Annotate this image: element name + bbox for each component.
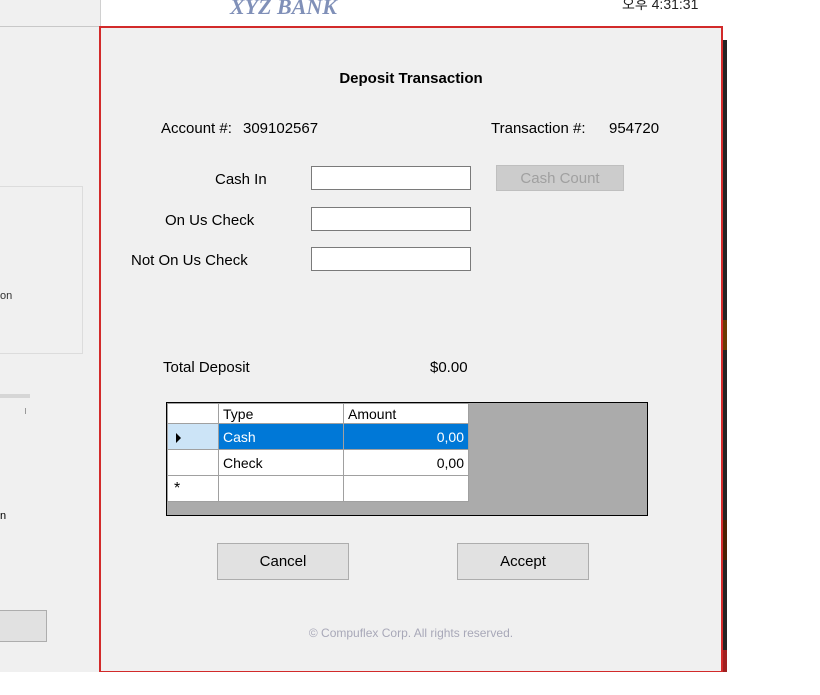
dialog-title: Deposit Transaction [339,70,483,87]
grid-row-header[interactable]: * [167,475,219,502]
grid-cell-type[interactable]: Check [218,449,344,476]
bank-name-header: XYZ BANK [230,0,337,19]
background-window: on n [0,0,101,672]
grid-row-check[interactable]: Check 0,00 [167,449,469,476]
deposit-items-grid[interactable]: Type Amount Cash 0,00 Check 0,00 * [166,402,648,516]
page-bottom-area [0,672,820,695]
account-number: 309102567 [243,120,319,137]
on-us-check-label: On Us Check [165,212,255,229]
grid-cell-amount[interactable] [343,475,469,502]
cash-in-input[interactable] [311,166,471,190]
on-us-check-input[interactable] [311,207,471,231]
total-deposit-label: Total Deposit [163,359,250,376]
cash-count-button[interactable]: Cash Count [496,165,624,191]
grid-row-cash[interactable]: Cash 0,00 [167,423,469,450]
background-group-box [0,186,83,354]
grid-header-row: Type Amount [167,403,469,424]
accept-button[interactable]: Accept [457,543,589,580]
grid-row-header[interactable] [167,423,219,450]
background-partial-label-bold: n [0,510,7,522]
not-on-us-check-input[interactable] [311,247,471,271]
not-on-us-check-label: Not On Us Check [131,252,248,269]
grid-column-header-type[interactable]: Type [218,403,344,424]
grid-cell-type[interactable]: Cash [218,423,344,450]
grid-new-row[interactable]: * [167,475,469,502]
transaction-label: Transaction #: [491,120,586,137]
grid-row-header[interactable] [167,449,219,476]
total-deposit-value: $0.00 [430,359,468,376]
transaction-number: 954720 [609,120,660,137]
account-label: Account #: [161,120,232,137]
grid-corner-cell [167,403,219,424]
copyright-notice: © Compuflex Corp. All rights reserved. [308,626,514,640]
background-partial-label: on [0,290,13,302]
clock-display: 오후 4:31:31 [622,0,699,12]
grid-cell-type[interactable] [218,475,344,502]
background-slider[interactable] [0,394,30,398]
background-divider [0,26,100,27]
background-button[interactable] [0,610,47,642]
cash-in-label: Cash In [215,171,267,188]
new-row-asterisk-icon: * [174,479,181,497]
deposit-transaction-dialog: Deposit Transaction Account #: 309102567… [99,26,723,673]
cancel-button[interactable]: Cancel [217,543,349,580]
grid-column-header-amount[interactable]: Amount [343,403,469,424]
background-slider-tick [25,408,26,414]
grid-cell-amount[interactable]: 0,00 [343,423,469,450]
current-row-arrow-icon [176,432,181,443]
grid-cell-amount[interactable]: 0,00 [343,449,469,476]
